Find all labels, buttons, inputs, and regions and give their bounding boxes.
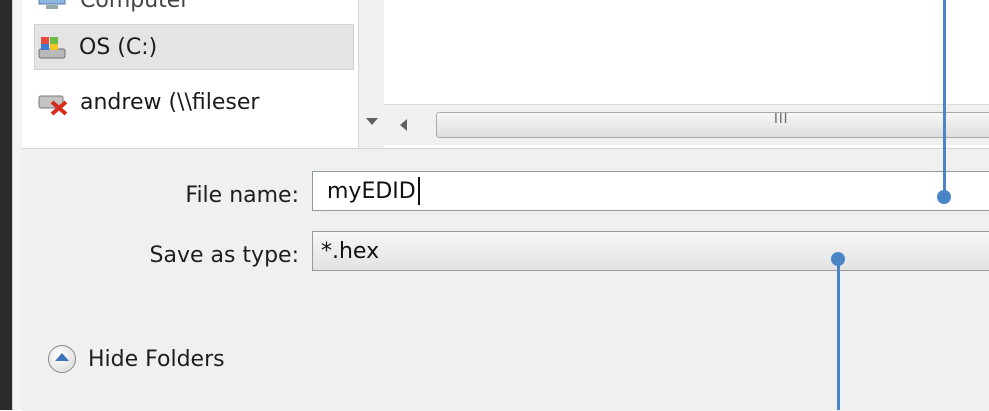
nav-vertical-scrollbar[interactable] [358,0,385,148]
nav-item-computer[interactable]: Computer [36,0,189,22]
text-caret [417,177,420,205]
filename-label: File name: [185,183,299,208]
filename-input[interactable]: myEDID [312,171,989,211]
network-drive-disconnected-icon [36,88,70,116]
navigation-pane[interactable]: Computer OS (C:) andrew (\\fileser [22,0,358,148]
hide-folders-button[interactable]: Hide Folders [48,345,225,373]
nav-item-os-c[interactable]: OS (C:) [34,24,354,70]
save-as-type-value: *.hex [321,238,380,264]
nav-item-label: Computer [80,0,190,13]
filename-value: myEDID [327,178,416,204]
scrollbar-grip: III [774,112,789,127]
save-as-type-label: Save as type: [149,243,300,268]
scrollbar-thumb[interactable] [436,112,989,138]
callout-dot-type [831,252,845,266]
window-edge [0,0,12,410]
computer-icon [36,0,70,14]
save-as-type-select[interactable]: *.hex [312,231,989,271]
hide-folders-label: Hide Folders [88,346,225,372]
scroll-down-arrow-icon[interactable] [366,118,378,125]
nav-item-label: OS (C:) [79,34,158,60]
callout-dot-filename [937,190,951,204]
horizontal-scrollbar[interactable]: III [384,104,989,145]
callout-line-filename [943,0,946,192]
callout-line-type [837,258,840,410]
drive-icon [35,33,69,61]
nav-item-andrew[interactable]: andrew (\\fileser [36,80,259,124]
nav-item-label: andrew (\\fileser [80,89,260,115]
save-form-panel: File name: myEDID Save as type: *.hex Hi… [22,148,989,411]
collapse-up-icon [48,345,76,373]
scroll-left-arrow-icon[interactable] [400,119,407,131]
